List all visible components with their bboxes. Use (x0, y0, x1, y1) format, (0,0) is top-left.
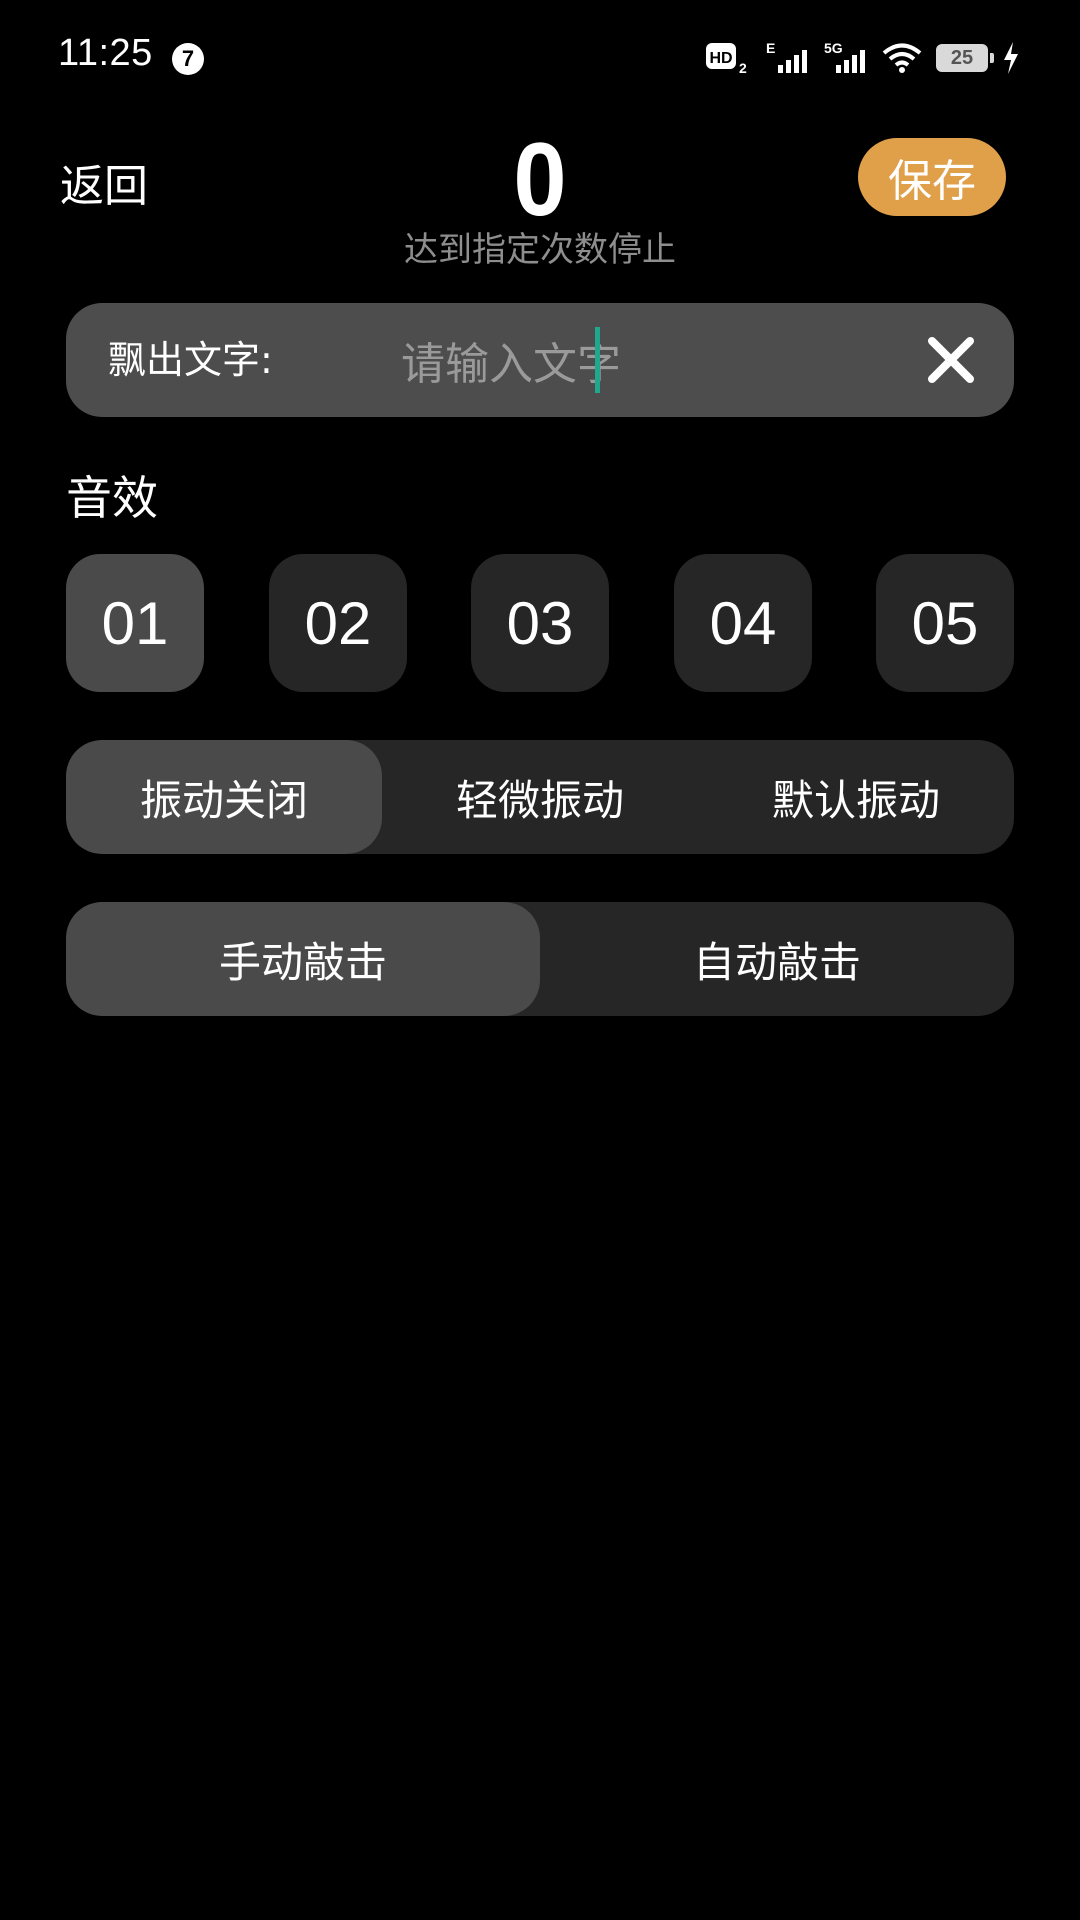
signal-5g-label: 5G (824, 41, 843, 56)
save-button[interactable]: 保存 (858, 138, 1006, 216)
hd-label: HD (709, 50, 732, 67)
vibration-off-option[interactable]: 振动关闭 (66, 740, 382, 854)
sound-option-05[interactable]: 05 (876, 554, 1014, 692)
sound-option-01[interactable]: 01 (66, 554, 204, 692)
hd-voice-icon: HD 2 (706, 43, 747, 75)
sound-options: 01 02 03 04 05 (66, 554, 1014, 692)
sound-option-03[interactable]: 03 (471, 554, 609, 692)
status-time: 11:25 (58, 32, 153, 74)
float-text-row: 飘出文字: 请输入文字 (66, 303, 1014, 417)
float-text-input[interactable]: 请输入文字 (366, 325, 656, 395)
battery-level: 25 (950, 46, 974, 69)
charging-icon (1004, 42, 1018, 74)
sound-option-04[interactable]: 04 (674, 554, 812, 692)
signal-e-label: E (766, 41, 775, 56)
battery-icon: 25 (936, 44, 994, 72)
signal-5g-icon: 5G (824, 41, 865, 73)
vibration-default-option[interactable]: 默认振动 (698, 740, 1014, 854)
sound-section-title: 音效 (66, 471, 158, 525)
counter-subtitle: 达到指定次数停止 (404, 230, 676, 270)
close-icon[interactable] (924, 333, 978, 387)
sound-option-02[interactable]: 02 (269, 554, 407, 692)
vibration-light-option[interactable]: 轻微振动 (382, 740, 698, 854)
vibration-selector: 振动关闭 轻微振动 默认振动 (66, 740, 1014, 854)
text-caret (595, 327, 600, 393)
float-text-label: 飘出文字: (108, 338, 273, 382)
tap-mode-selector: 手动敲击 自动敲击 (66, 902, 1014, 1016)
status-icons: HD 2 E 5G 25 (706, 38, 1020, 78)
status-bar: 11:25 7 HD 2 E 5G 25 (0, 0, 1080, 116)
notification-badge: 7 (172, 43, 204, 75)
auto-tap-option[interactable]: 自动敲击 (540, 902, 1014, 1016)
hd-sub-label: 2 (739, 60, 747, 75)
signal-e-icon: E (766, 41, 807, 73)
wifi-icon (882, 43, 922, 73)
manual-tap-option[interactable]: 手动敲击 (66, 902, 540, 1016)
